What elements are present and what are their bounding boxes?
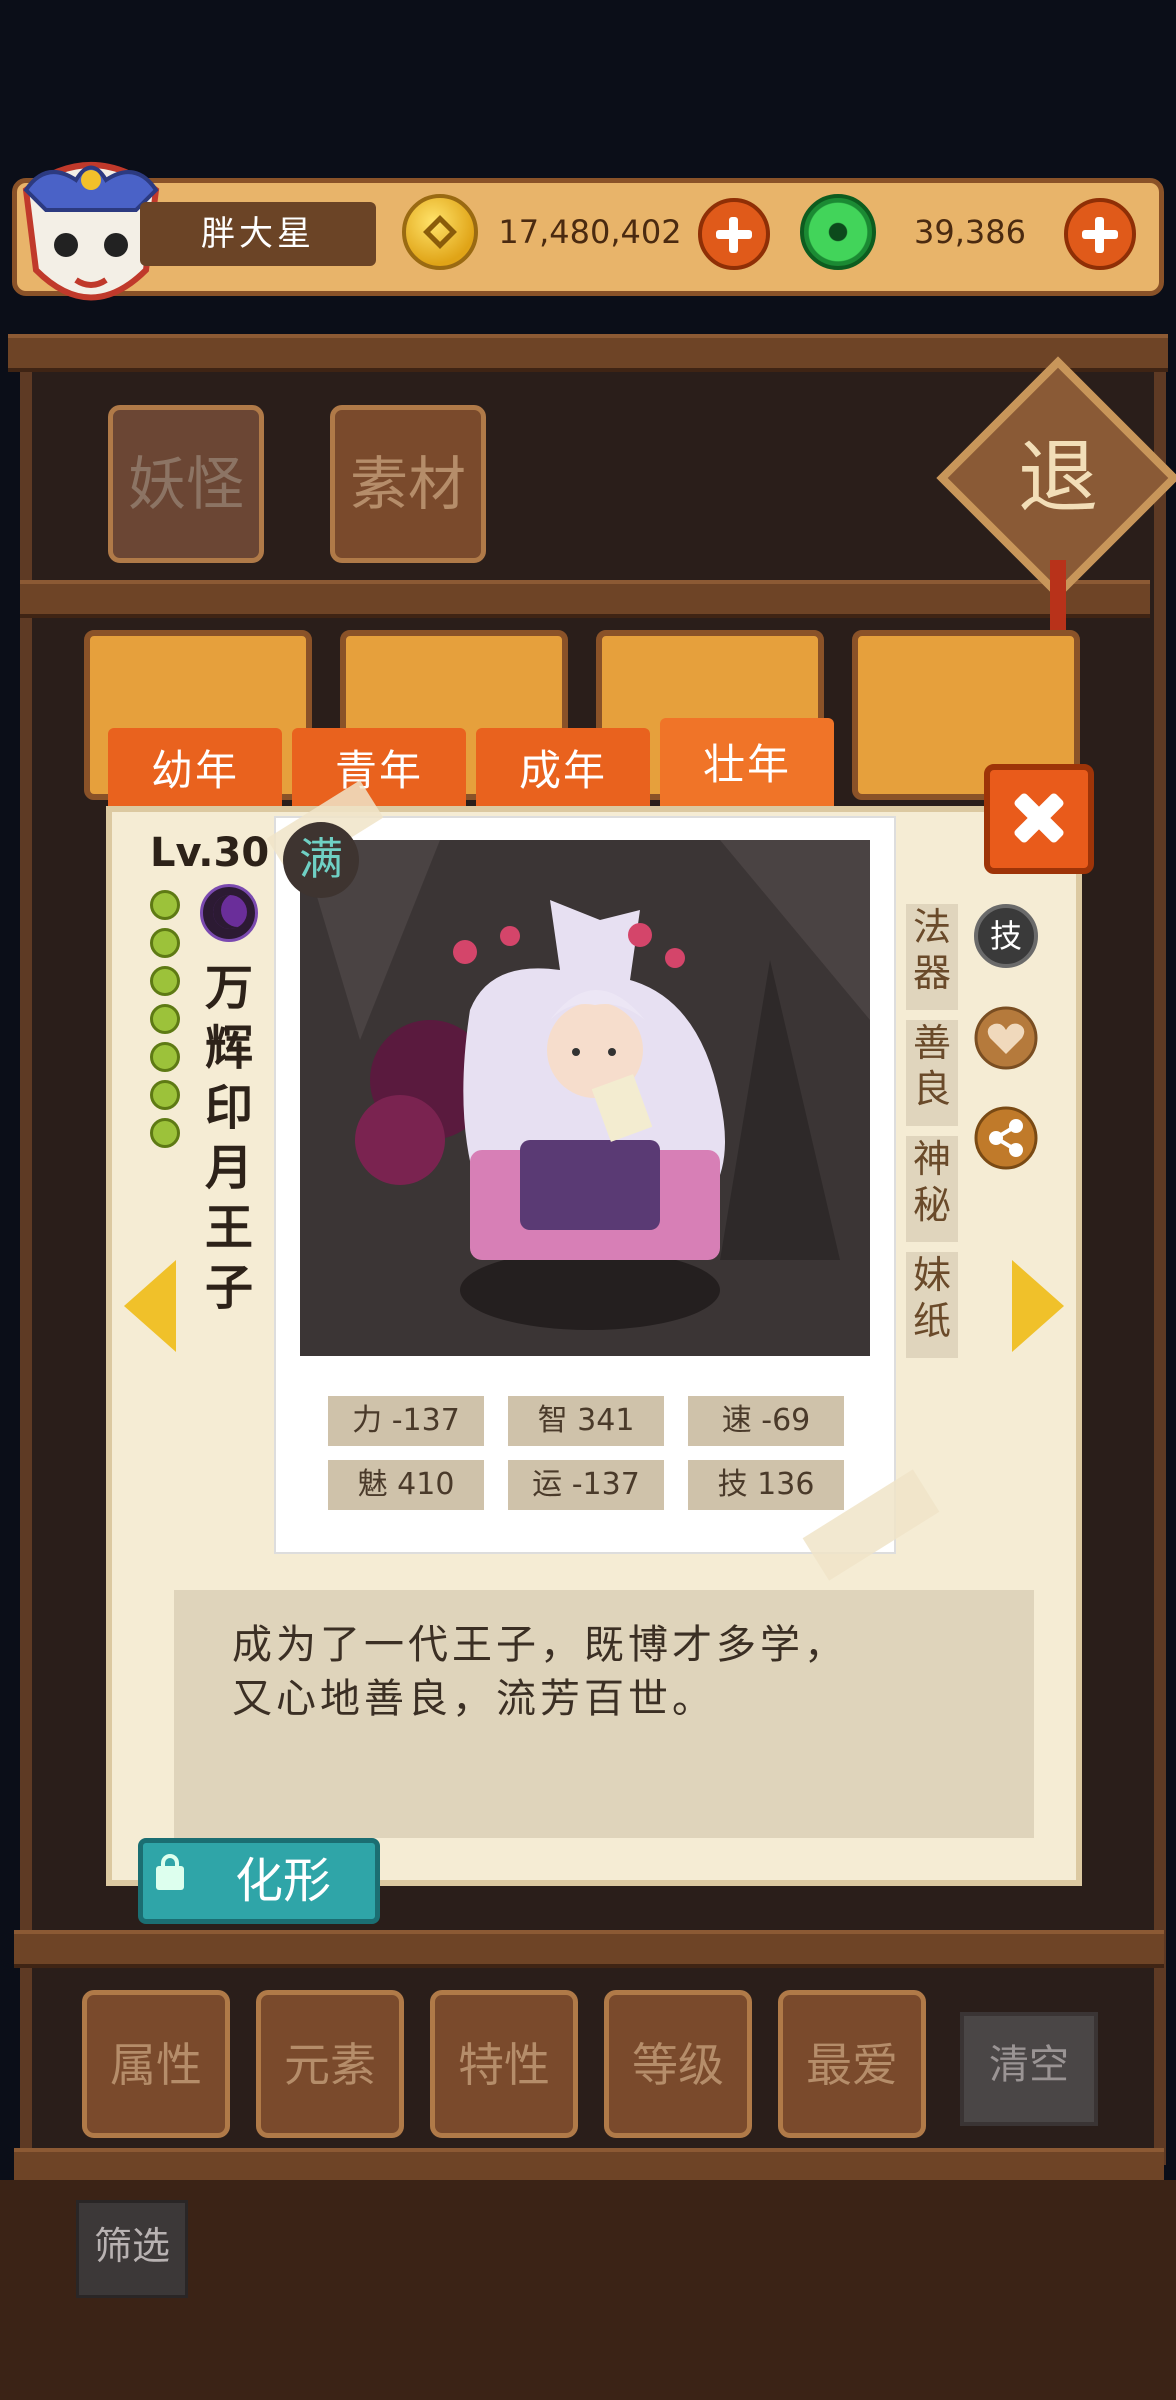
star-dot-icon bbox=[150, 966, 180, 996]
player-name: 胖大星 bbox=[140, 202, 376, 266]
tag-kind: 善良 bbox=[906, 1020, 958, 1126]
description-line: 又心地善良，流芳百世。 bbox=[232, 1676, 716, 1722]
monster-name: 万辉印月王子 bbox=[204, 960, 253, 1316]
next-arrow-icon[interactable] bbox=[1012, 1260, 1064, 1352]
shelf-beam bbox=[20, 580, 1150, 618]
stat-intelligence: 智 341 bbox=[508, 1396, 664, 1446]
filter-favorite-button[interactable]: 最爱 bbox=[778, 1990, 926, 2138]
star-dot-icon bbox=[150, 1042, 180, 1072]
stat-charm: 魅 410 bbox=[328, 1460, 484, 1510]
shelf-beam bbox=[14, 1930, 1164, 1968]
share-icon[interactable] bbox=[974, 1106, 1038, 1170]
tab-materials[interactable]: 素材 bbox=[330, 405, 486, 563]
tab-age-prime[interactable]: 壮年 bbox=[660, 718, 834, 810]
filter-attribute-button[interactable]: 属性 bbox=[82, 1990, 230, 2138]
tab-age-adult[interactable]: 成年 bbox=[476, 728, 650, 810]
jade-gem-icon bbox=[800, 194, 876, 270]
shelf-beam-top bbox=[8, 334, 1168, 372]
sift-button[interactable]: 筛选 bbox=[76, 2200, 188, 2298]
add-gems-button[interactable] bbox=[1064, 198, 1136, 270]
add-coins-button[interactable] bbox=[698, 198, 770, 270]
tab-age-child[interactable]: 幼年 bbox=[108, 728, 282, 810]
star-dot-icon bbox=[150, 890, 180, 920]
filter-element-button[interactable]: 元素 bbox=[256, 1990, 404, 2138]
moon-element-icon bbox=[200, 884, 258, 942]
stat-strength: 力 -137 bbox=[328, 1396, 484, 1446]
stat-luck: 运 -137 bbox=[508, 1460, 664, 1510]
heart-icon[interactable] bbox=[974, 1006, 1038, 1070]
tag-artifact: 法器 bbox=[906, 904, 958, 1010]
tag-mysterious: 神秘 bbox=[906, 1136, 958, 1242]
monster-description: 成为了一代王子，既博才多学， 又心地善良，流芳百世。 bbox=[174, 1590, 1034, 1838]
coin-amount: 17,480,402 bbox=[498, 213, 682, 251]
skill-icon[interactable]: 技 bbox=[974, 904, 1038, 968]
gem-amount: 39,386 bbox=[914, 213, 1026, 251]
tab-monsters[interactable]: 妖怪 bbox=[108, 405, 264, 563]
level-label: Lv.30 bbox=[150, 830, 270, 876]
filter-trait-button[interactable]: 特性 bbox=[430, 1990, 578, 2138]
star-dot-icon bbox=[150, 1004, 180, 1034]
previous-arrow-icon[interactable] bbox=[124, 1260, 176, 1352]
filter-level-button[interactable]: 等级 bbox=[604, 1990, 752, 2138]
gold-coin-icon bbox=[402, 194, 478, 270]
stat-speed: 速 -69 bbox=[688, 1396, 844, 1446]
stat-skill: 技 136 bbox=[688, 1460, 844, 1510]
max-level-badge: 满 bbox=[283, 822, 359, 898]
description-line: 成为了一代王子，既博才多学， bbox=[232, 1622, 848, 1668]
clear-button[interactable]: 清空 bbox=[960, 2012, 1098, 2126]
retreat-label: 退 bbox=[1018, 431, 1098, 524]
star-dot-icon bbox=[150, 928, 180, 958]
close-button[interactable] bbox=[984, 764, 1094, 874]
star-dot-icon bbox=[150, 1118, 180, 1148]
tab-age-youth[interactable]: 青年 bbox=[292, 728, 466, 810]
lock-icon bbox=[156, 1854, 184, 1890]
monster-portrait bbox=[300, 840, 870, 1356]
tag-girl: 妹纸 bbox=[906, 1252, 958, 1358]
star-dot-icon bbox=[150, 1080, 180, 1110]
